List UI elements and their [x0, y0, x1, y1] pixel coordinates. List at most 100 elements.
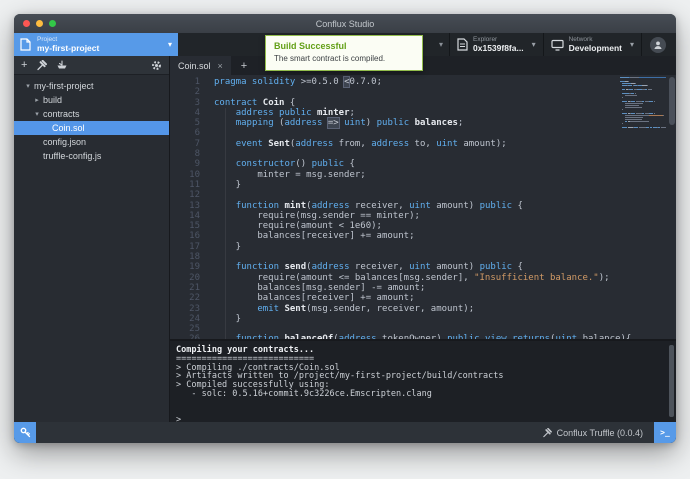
- line-number: 19: [170, 262, 200, 272]
- code-line: 17 }: [170, 242, 676, 252]
- code-text: function mint(address receiver, uint amo…: [214, 201, 523, 211]
- line-number: 11: [170, 180, 200, 190]
- terminal-panel[interactable]: Compiling your contracts...=============…: [170, 341, 676, 422]
- file-tree: ▾my-first-project▸build▾contractsCoin.so…: [14, 75, 169, 422]
- line-number: 23: [170, 304, 200, 314]
- explorer-icon: [457, 38, 468, 51]
- deploy-button[interactable]: [56, 60, 68, 70]
- line-number: 8: [170, 149, 200, 159]
- code-text: pragma solidity >=0.5.0 <0.7.0;: [214, 77, 382, 87]
- code-line: 15 require(amount < 1e60);: [170, 221, 676, 231]
- code-text: }: [214, 180, 241, 190]
- titlebar: Conflux Studio: [14, 14, 676, 33]
- code-text: emit Sent(msg.sender, receiver, amount);: [214, 304, 474, 314]
- tree-item-coin-sol[interactable]: Coin.sol: [14, 121, 169, 135]
- tree-item-label: config.json: [43, 137, 86, 147]
- line-number: 5: [170, 118, 200, 128]
- editor-scrollbar[interactable]: [668, 75, 676, 339]
- toolbar-avatar-section: [641, 33, 676, 56]
- sidebar-toolbar: +: [14, 56, 169, 75]
- code-line: 1 pragma solidity >=0.5.0 <0.7.0;: [170, 77, 676, 87]
- compiler-version-label[interactable]: Conflux Truffle (0.0.4): [557, 428, 643, 438]
- code-text: contract Coin {: [214, 98, 295, 108]
- user-avatar-button[interactable]: [650, 37, 666, 53]
- keypair-manager-button[interactable]: [14, 422, 36, 443]
- chevron-down-icon: ▾: [532, 40, 536, 49]
- tree-item-build[interactable]: ▸build: [14, 93, 169, 107]
- line-number: 9: [170, 159, 200, 169]
- code-line: 20 require(amount <= balances[msg.sender…: [170, 273, 676, 283]
- status-bar-right: Conflux Truffle (0.0.4) >_: [542, 422, 676, 443]
- line-number: 10: [170, 170, 200, 180]
- code-text: balances[receiver] += amount;: [214, 293, 414, 303]
- project-selector[interactable]: Project my-first-project ▾: [14, 33, 178, 56]
- tree-item-label: contracts: [43, 109, 80, 119]
- tab-coin-sol[interactable]: Coin.sol ×: [170, 56, 231, 75]
- tab-bar: Coin.sol × +: [170, 56, 676, 75]
- tree-item-contracts[interactable]: ▾contracts: [14, 107, 169, 121]
- build-button[interactable]: [36, 60, 47, 71]
- tree-item-label: build: [43, 95, 62, 105]
- tree-item-config-json[interactable]: config.json: [14, 135, 169, 149]
- code-editor[interactable]: 1 pragma solidity >=0.5.0 <0.7.0;2 3 contr…: [170, 75, 676, 341]
- code-text: minter = msg.sender;: [214, 170, 366, 180]
- tree-item-label: my-first-project: [34, 81, 94, 91]
- line-number: 26: [170, 334, 200, 341]
- chevron-down-icon[interactable]: ▾: [439, 40, 443, 49]
- tab-label: Coin.sol: [178, 61, 211, 71]
- code-text: [214, 149, 219, 159]
- terminal-line: [176, 408, 670, 417]
- explorer-selector[interactable]: Explorer 0x1539f8fa... ▾: [449, 33, 543, 56]
- caret-down-icon: ▾: [31, 110, 43, 118]
- terminal-toggle-button[interactable]: >_: [654, 422, 676, 443]
- code-text: balances[msg.sender] -= amount;: [214, 283, 425, 293]
- code-text: event Sent(address from, address to, uin…: [214, 139, 507, 149]
- editor-scrollbar-thumb[interactable]: [669, 77, 675, 125]
- new-tab-button[interactable]: +: [231, 56, 257, 75]
- code-line: 12: [170, 190, 676, 200]
- notification-title: Build Successful: [274, 41, 414, 51]
- code-line: 22 balances[receiver] += amount;: [170, 293, 676, 303]
- project-file-icon: [20, 38, 31, 51]
- line-number: 20: [170, 273, 200, 283]
- line-number: 14: [170, 211, 200, 221]
- window-title: Conflux Studio: [14, 19, 676, 29]
- project-settings-button[interactable]: [151, 60, 162, 71]
- tree-item-my-first-project[interactable]: ▾my-first-project: [14, 79, 169, 93]
- code-content: 1 pragma solidity >=0.5.0 <0.7.0;2 3 contr…: [170, 77, 676, 341]
- code-text: require(amount < 1e60);: [214, 221, 382, 231]
- new-file-button[interactable]: +: [21, 60, 27, 71]
- terminal-icon: >_: [660, 428, 670, 437]
- hammer-icon: [36, 60, 47, 71]
- line-number: 3: [170, 98, 200, 108]
- close-icon[interactable]: ×: [218, 61, 223, 71]
- tree-item-truffle-config-js[interactable]: truffle-config.js: [14, 149, 169, 163]
- code-line: 10 minter = msg.sender;: [170, 170, 676, 180]
- network-selector[interactable]: Network Development ▾: [543, 33, 641, 56]
- chevron-down-icon: ▾: [168, 40, 172, 49]
- editor-column: Coin.sol × + 1 pragma solidity >=0.5.0 <0…: [170, 56, 676, 422]
- app-window: Conflux Studio Project my-first-project …: [14, 14, 676, 443]
- project-value: my-first-project: [37, 44, 164, 53]
- sidebar: +: [14, 56, 170, 422]
- notification-message: The smart contract is compiled.: [274, 54, 414, 63]
- line-number: 1: [170, 77, 200, 87]
- code-line: 21 balances[msg.sender] -= amount;: [170, 283, 676, 293]
- terminal-scrollbar-thumb[interactable]: [669, 345, 674, 417]
- tree-item-label: truffle-config.js: [43, 151, 101, 161]
- code-text: address public minter;: [214, 108, 355, 118]
- minimap[interactable]: [620, 77, 666, 129]
- line-number: 25: [170, 324, 200, 334]
- code-text: [214, 190, 219, 200]
- code-line: 4 address public minter;: [170, 108, 676, 118]
- code-text: }: [214, 314, 241, 324]
- code-text: mapping (address => uint) public balance…: [214, 118, 463, 128]
- code-text: [214, 128, 219, 138]
- code-line: 2: [170, 87, 676, 97]
- code-line: 5 mapping (address => uint) public balan…: [170, 118, 676, 128]
- line-number: 15: [170, 221, 200, 231]
- indent-guide: [225, 108, 226, 340]
- build-notification[interactable]: Build Successful The smart contract is c…: [265, 35, 423, 71]
- code-line: 7 event Sent(address from, address to, u…: [170, 139, 676, 149]
- code-line: 24 }: [170, 314, 676, 324]
